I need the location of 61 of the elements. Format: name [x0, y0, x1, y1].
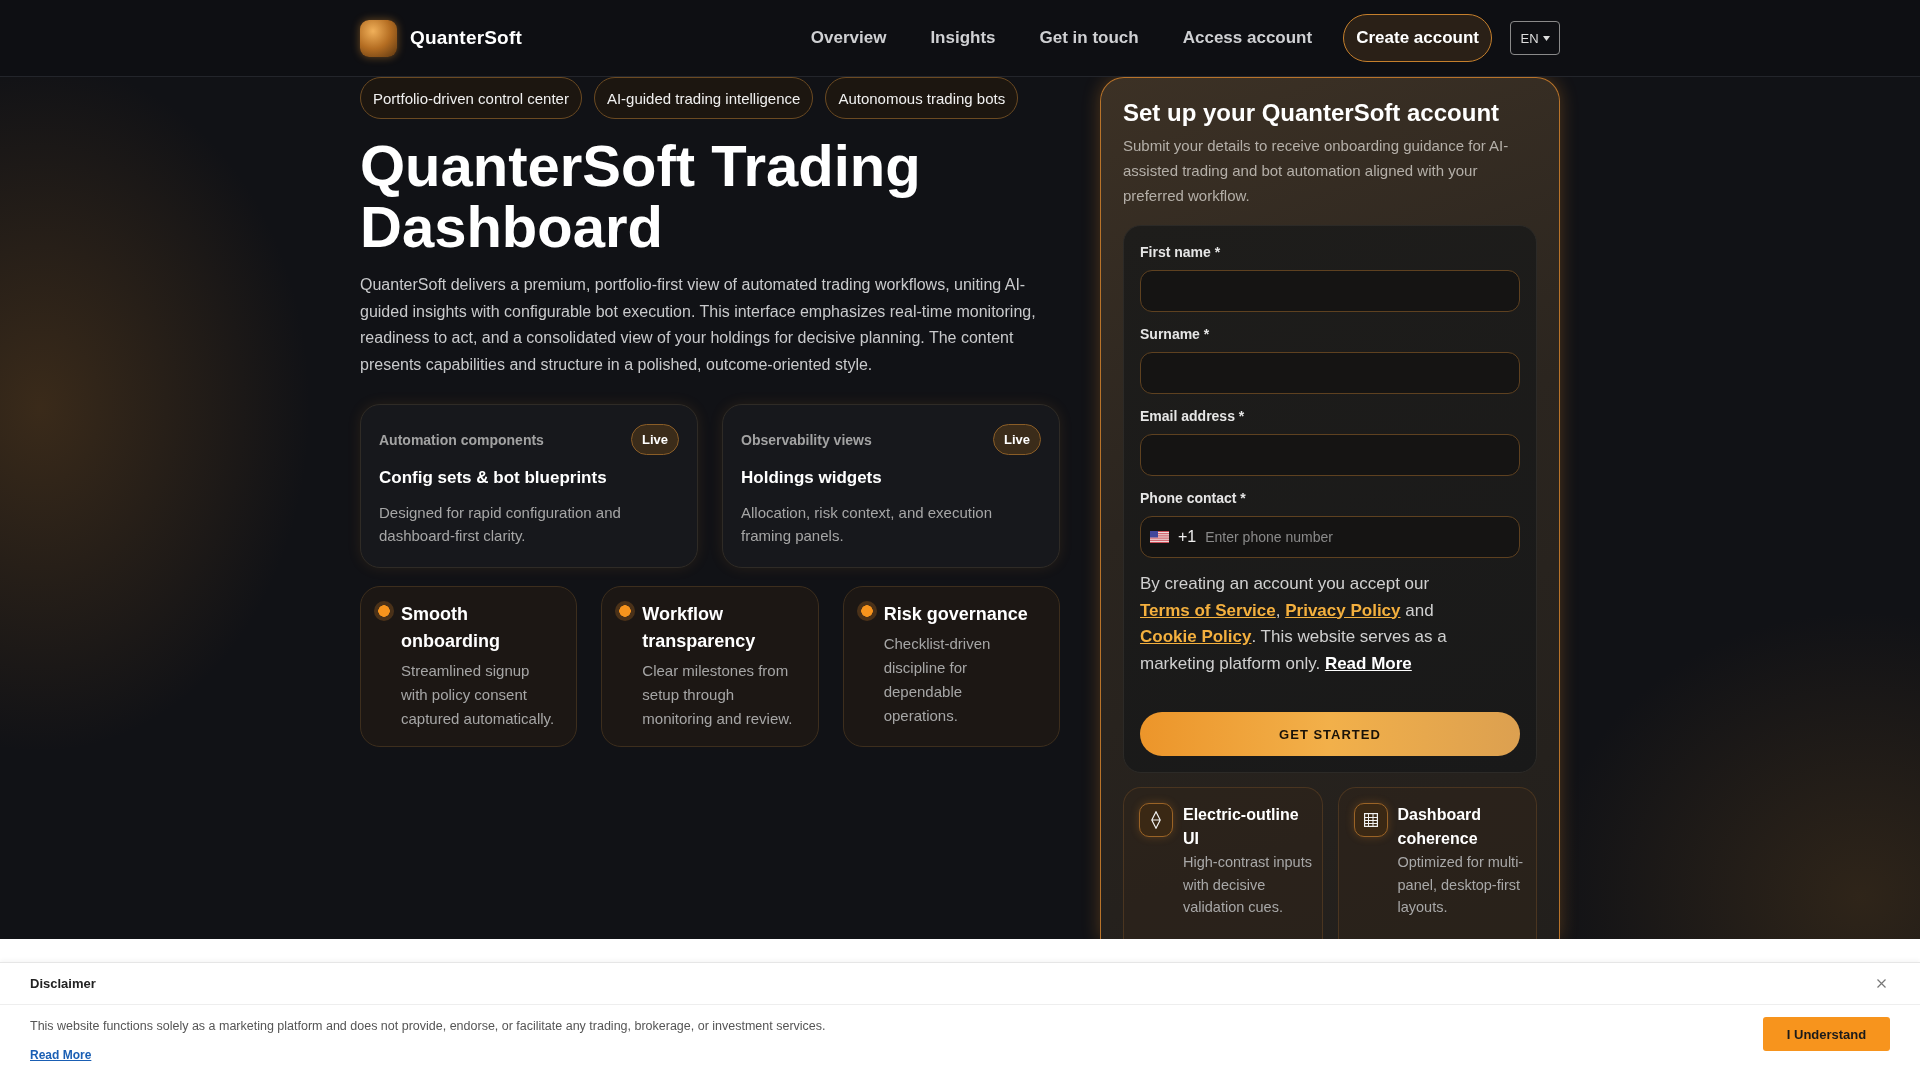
policy-link[interactable]: Cookie Policy — [1140, 627, 1252, 646]
read-more-link[interactable]: Read More — [1324, 653, 1412, 673]
close-icon[interactable] — [1877, 979, 1886, 988]
dot-icon — [856, 601, 877, 621]
feature-description: Optimized for multi-panel, desktop-first layouts. — [1397, 853, 1525, 917]
nav-link[interactable]: Overview — [810, 28, 887, 48]
panel-subtitle: Submit your details to receive onboarding guidance for AI-assisted trading and bot automation aligned with your preferred workflow. — [1123, 136, 1510, 206]
card-title: Holdings widgets — [741, 467, 883, 489]
feature-tag: AI-guided trading intelligence — [593, 77, 814, 119]
nav-link[interactable]: Access account — [1182, 28, 1313, 48]
card-label: Observability views — [741, 431, 872, 448]
read-more-link[interactable]: Read More — [30, 1048, 92, 1062]
understand-button[interactable]: I Understand — [1763, 1017, 1890, 1051]
card-description: Designed for rapid configuration and dashboard-first clarity. — [379, 503, 622, 546]
field-label: Surname * — [1140, 325, 1211, 343]
highlight-title: Risk governance — [883, 603, 1029, 626]
flag-icon — [1150, 531, 1169, 543]
dot-icon — [374, 601, 394, 621]
field-label: First name * — [1140, 243, 1222, 261]
highlight-description: Checklist-driven discipline for dependable operations. — [883, 634, 992, 726]
field-label: Phone contact * — [1140, 489, 1247, 507]
status-badge: Live — [993, 424, 1041, 455]
card-label: Automation components — [379, 431, 544, 448]
dot-icon — [615, 601, 636, 621]
feature-title: Electric-outline UI — [1183, 805, 1300, 849]
disclaimer-text: This website functions solely as a marketing platform and does not provide, endorse, or facilitate any trading, brokerage, or investment services. — [30, 1018, 826, 1034]
intro-text: QuanterSoft delivers a premium, portfolio-first view of automated trading workflows, uniting AI-guided insights with configurable bot execution. This interface emphasizes real-time monitoring, readiness to act, and a consolidated view of your holdings for decisive planning. The content presents capabilities and structure in a polished, outcome-oriented style. — [360, 275, 1037, 375]
disclaimer-title: Disclaimer — [30, 976, 96, 991]
highlight-title: Workflow transparency — [642, 603, 757, 653]
feature-tag: Autonomous trading bots — [825, 77, 1019, 119]
highlight-description: Streamlined signup with policy consent captured automatically. — [401, 661, 556, 729]
country-code: +1 — [1178, 528, 1197, 546]
card-description: Allocation, risk context, and execution framing panels. — [741, 503, 993, 546]
status-badge: Live — [631, 424, 679, 455]
consent-text: By creating an account you accept our Terms of Service, Privacy Policy and Cookie Policy. This website serves as a marketing platform only. Read More — [1140, 573, 1448, 675]
feature-title: Dashboard coherence — [1397, 805, 1483, 849]
nav-link[interactable]: Insights — [930, 28, 996, 48]
feature-tag: Portfolio-driven control center — [360, 77, 582, 119]
field-label: Email address * — [1140, 407, 1246, 425]
phone-number-input[interactable]: Enter phone number — [1205, 517, 1510, 557]
diamond-icon — [1139, 803, 1173, 837]
nav-link[interactable]: Get in touch — [1039, 28, 1139, 48]
phone-field[interactable]: +1 Enter phone number — [1140, 516, 1520, 558]
logo-icon — [360, 19, 397, 57]
highlight-title: Smooth onboarding — [401, 603, 501, 653]
feature-description: High-contrast inputs with decisive validation cues. — [1183, 853, 1313, 917]
input-field[interactable] — [1140, 270, 1520, 312]
card-title: Config sets & bot blueprints — [379, 467, 608, 489]
highlight-description: Clear milestones from setup through monitoring and review. — [642, 661, 794, 729]
language-select[interactable]: EN — [1510, 21, 1560, 55]
input-field[interactable] — [1140, 352, 1520, 394]
create-account-button[interactable]: Create account — [1343, 14, 1492, 62]
caret-icon — [1542, 35, 1550, 41]
brand-name: QuanterSoft — [410, 27, 522, 49]
panel-title: Set up your QuanterSoft account — [1123, 99, 1501, 127]
page-title: QuanterSoft Trading Dashboard — [360, 135, 922, 257]
get-started-button[interactable]: GET STARTED — [1140, 712, 1520, 756]
policy-link[interactable]: Privacy Policy — [1285, 600, 1401, 620]
grid-icon — [1353, 803, 1388, 837]
policy-link[interactable]: Terms of Service — [1140, 600, 1276, 620]
input-field[interactable] — [1140, 434, 1520, 476]
